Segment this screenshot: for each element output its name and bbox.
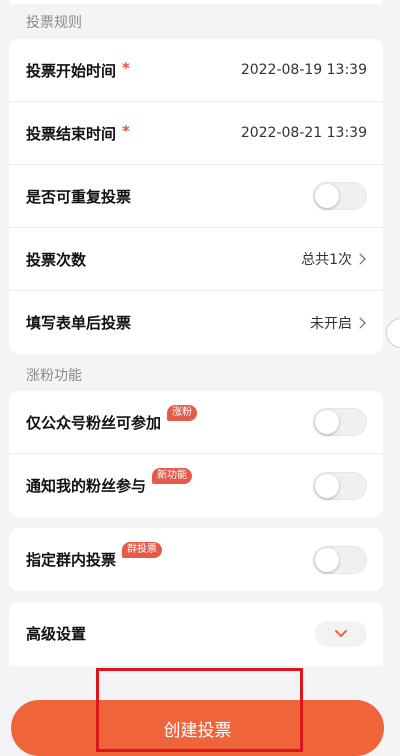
followers-only-toggle[interactable] (313, 408, 367, 436)
vote-count-label: 投票次数 (26, 250, 87, 269)
create-vote-label: 创建投票 (163, 721, 232, 741)
row-repeat-vote: 是否可重复投票 (9, 165, 383, 228)
row-vote-count[interactable]: 投票次数 总共1次 (9, 228, 383, 291)
start-time-label: 投票开始时间 (26, 61, 117, 80)
chevron-right-icon (354, 253, 366, 265)
notify-fans-badge: 新功能 (152, 468, 192, 484)
section-title-rules: 投票规则 (26, 15, 82, 31)
toggle-knob (315, 473, 339, 498)
notify-fans-label: 通知我的粉丝参与 (26, 477, 147, 495)
card-group-vote: 指定群内投票 群投票 (9, 528, 383, 591)
row-end-time[interactable]: 投票结束时间 * 2022-08-21 13:39 (9, 102, 383, 165)
chevron-down-icon (335, 630, 347, 637)
required-star: * (122, 59, 130, 77)
group-vote-badge: 群投票 (122, 542, 162, 558)
row-advanced-settings[interactable]: 高级设置 (9, 602, 383, 665)
repeat-vote-label: 是否可重复投票 (26, 187, 132, 206)
start-time-value[interactable]: 2022-08-19 13:39 (241, 62, 367, 78)
followers-only-label: 仅公众号粉丝可参加 (26, 413, 162, 432)
repeat-vote-toggle[interactable] (313, 182, 367, 210)
form-vote-value: 未开启 (310, 315, 352, 332)
chevron-right-icon (354, 316, 366, 329)
vote-count-value-wrap[interactable]: 总共1次 (301, 249, 367, 269)
floating-side-handle[interactable] (386, 318, 400, 348)
group-vote-label: 指定群内投票 (26, 551, 117, 569)
required-star: * (122, 122, 130, 140)
card-advanced-settings: 高级设置 (9, 602, 383, 666)
toggle-knob (315, 547, 339, 572)
vote-count-value: 总共1次 (301, 252, 352, 268)
end-time-value[interactable]: 2022-08-21 13:39 (241, 125, 367, 141)
row-start-time[interactable]: 投票开始时间 * 2022-08-19 13:39 (9, 39, 383, 102)
notify-fans-toggle[interactable] (313, 471, 367, 500)
card-fans-features: 仅公众号粉丝可参加 涨粉 通知我的粉丝参与 新功能 (9, 391, 383, 517)
advanced-settings-label: 高级设置 (26, 625, 87, 643)
form-vote-value-wrap[interactable]: 未开启 (310, 313, 367, 333)
form-vote-label: 填写表单后投票 (26, 314, 132, 332)
group-vote-toggle[interactable] (313, 545, 367, 574)
row-group-vote: 指定群内投票 群投票 (9, 528, 383, 591)
row-followers-only: 仅公众号粉丝可参加 涨粉 (9, 391, 383, 454)
row-form-vote[interactable]: 填写表单后投票 未开启 (9, 291, 383, 354)
row-notify-fans: 通知我的粉丝参与 新功能 (9, 454, 383, 517)
toggle-knob (315, 410, 339, 434)
advanced-expand-button[interactable] (315, 620, 367, 647)
section-title-fans: 涨粉功能 (26, 368, 82, 384)
end-time-label: 投票结束时间 (26, 124, 117, 143)
previous-card-edge (9, 0, 383, 4)
toggle-knob (315, 184, 339, 208)
followers-only-badge: 涨粉 (167, 405, 197, 421)
card-vote-rules: 投票开始时间 * 2022-08-19 13:39 投票结束时间 * 2022-… (9, 39, 383, 354)
